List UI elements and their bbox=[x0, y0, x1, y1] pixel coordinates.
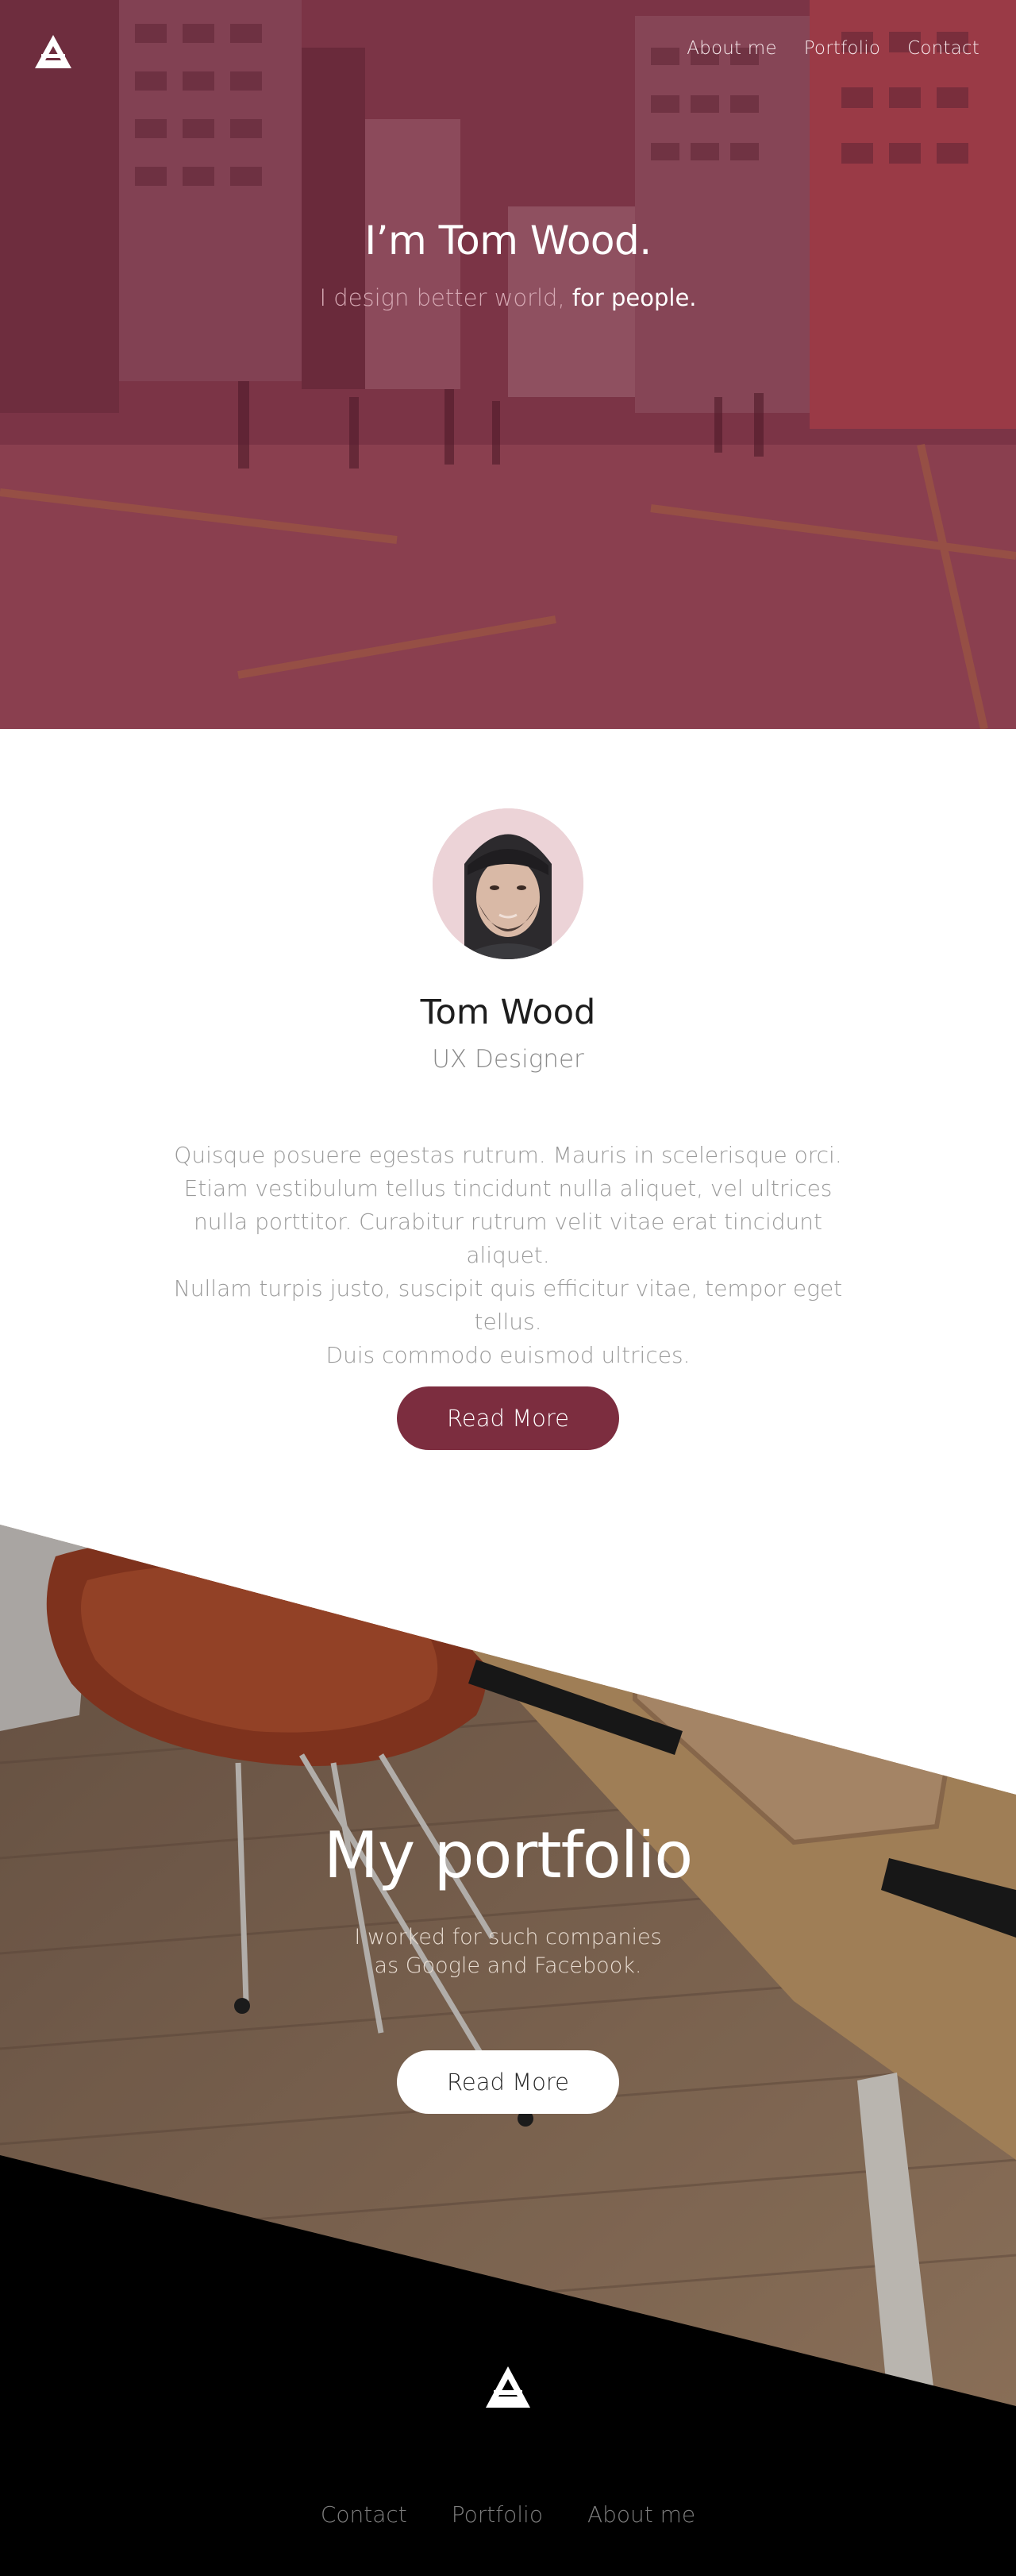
portfolio-subtitle: I worked for such companies as Google an… bbox=[0, 1923, 1016, 1980]
avatar bbox=[433, 808, 583, 959]
hero-background-image bbox=[0, 0, 1016, 729]
hero-title: I’m Tom Wood. bbox=[364, 218, 652, 264]
hero-subtitle-lead: I design better world, bbox=[319, 284, 572, 311]
hero-subtitle-bold: for people. bbox=[572, 284, 697, 311]
portfolio-title: My portfolio bbox=[323, 1818, 693, 1892]
footer-nav-portfolio[interactable]: Portfolio bbox=[452, 2501, 543, 2528]
footer-logo-icon[interactable] bbox=[484, 2365, 532, 2409]
top-nav: About me Portfolio Contact bbox=[687, 38, 979, 59]
about-line: Duis commodo euismod ultrices. bbox=[325, 1342, 691, 1368]
footer-nav-contact[interactable]: Contact bbox=[321, 2501, 407, 2528]
avatar-photo bbox=[433, 808, 583, 959]
portfolio-subtitle-line: I worked for such companies bbox=[354, 1925, 662, 1949]
about-description: Quisque posuere egestas rutrum. Mauris i… bbox=[151, 1139, 865, 1372]
about-read-more-button[interactable]: Read More bbox=[397, 1386, 619, 1450]
profile-name: Tom Wood bbox=[420, 993, 596, 1032]
nav-item-portfolio[interactable]: Portfolio bbox=[804, 38, 880, 59]
nav-item-about-me[interactable]: About me bbox=[687, 38, 776, 59]
footer-nav-about-me[interactable]: About me bbox=[587, 2501, 695, 2528]
footer-nav: Contact Portfolio About me bbox=[0, 2501, 1016, 2528]
nav-item-contact[interactable]: Contact bbox=[907, 38, 979, 59]
portfolio-read-more-button[interactable]: Read More bbox=[397, 2050, 619, 2114]
about-line: Nullam turpis justo, suscipit quis effic… bbox=[173, 1275, 843, 1335]
hero-subtitle: I design better world, for people. bbox=[0, 284, 1016, 311]
about-line: Etiam vestibulum tellus tincidunt nulla … bbox=[183, 1175, 833, 1201]
footer bbox=[0, 2414, 1016, 2576]
about-line: nulla porttitor. Curabitur rutrum velit … bbox=[194, 1209, 822, 1268]
about-line: Quisque posuere egestas rutrum. Mauris i… bbox=[174, 1142, 842, 1168]
portfolio-subtitle-line: as Google and Facebook. bbox=[374, 1953, 642, 1978]
hero-section: About me Portfolio Contact I’m Tom Wood.… bbox=[0, 0, 1016, 729]
profile-role: UX Designer bbox=[432, 1045, 584, 1074]
logo-icon[interactable] bbox=[33, 33, 73, 70]
